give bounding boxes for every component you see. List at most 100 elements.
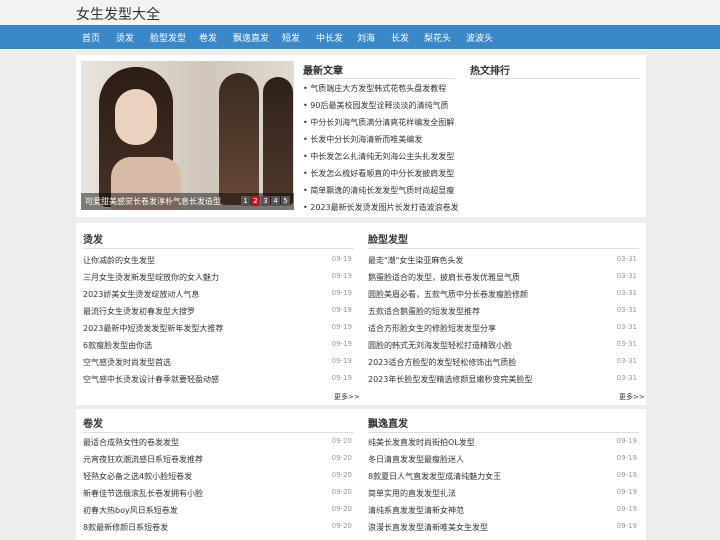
list-item[interactable]: 2023年长脸型发型精选修颜显嫩秒变完美脸型	[368, 374, 532, 385]
latest-item[interactable]: • 简单飘逸的清纯长发发型气质时尚超显瘦	[303, 185, 454, 196]
slider-caption[interactable]: 可爱甜美感觉长卷发淳朴气息长发造型	[85, 196, 221, 207]
nav-item-bangs[interactable]: 刘海	[357, 31, 375, 44]
latest-item[interactable]: • 气质端庄大方发型韩式花苞头盘发教程	[303, 83, 446, 94]
nav-item-medium[interactable]: 中长发	[316, 31, 343, 44]
face-divider	[368, 248, 639, 249]
latest-item[interactable]: • 长发怎么梳好看顺直的中分长发披肩发型	[303, 168, 454, 179]
list-item[interactable]: 浪漫长直发发型清新唯美女生发型	[368, 522, 488, 533]
featured-photo	[81, 61, 294, 210]
item-date: 03-31	[616, 289, 637, 297]
nav-item-short[interactable]: 短发	[282, 31, 300, 44]
straight-divider	[368, 432, 639, 433]
item-date: 03-31	[616, 306, 637, 314]
slider-pager: 12345	[240, 196, 290, 206]
curly-section-title[interactable]: 卷发	[83, 415, 103, 430]
face-more-link[interactable]: 更多>>	[619, 392, 645, 402]
list-item[interactable]: 新春佳节选俄滚乱长卷发拥有小脸	[83, 488, 203, 499]
featured-slider[interactable]: 可爱甜美感觉长卷发淳朴气息长发造型 12345	[81, 61, 294, 210]
slider-page-4[interactable]: 4	[271, 196, 280, 206]
hot-articles-title: 热文排行	[470, 66, 510, 77]
item-date: 03-31	[616, 255, 637, 263]
item-date: 09-20	[331, 437, 352, 445]
list-item[interactable]: 纯美长发直发时尚街拍OL发型	[368, 437, 475, 448]
list-item[interactable]: 让你减龄的女生发型	[83, 255, 155, 266]
item-date: 09-19	[331, 357, 352, 365]
perm-divider	[83, 248, 354, 249]
list-item[interactable]: 简单实用的直发发型扎法	[368, 488, 456, 499]
slider-page-3[interactable]: 3	[261, 196, 270, 206]
item-date: 03-31	[616, 323, 637, 331]
list-item[interactable]: 鹅蛋脸适合的发型，披肩长卷发优雅显气质	[368, 272, 520, 283]
curly-list: 最适合成熟女性的卷发发型 09-20 元宵夜狂欢潮流感日系短卷发推荐 09-20…	[83, 434, 355, 540]
nav-item-face-shape[interactable]: 脸型发型	[150, 31, 186, 44]
nav-item-straight[interactable]: 飘逸直发	[233, 31, 269, 44]
list-item[interactable]: 2023最新中短烫发发型新年发型大推荐	[83, 323, 223, 334]
latest-item[interactable]: • 长发中分长刘海清新而唯美编发	[303, 134, 422, 145]
item-date: 09-20	[331, 505, 352, 513]
site-title[interactable]: 女生发型大全	[76, 4, 160, 24]
latest-articles-list: • 气质端庄大方发型韩式花苞头盘发教程 • 90后最美校园发型诠释淡淡的清纯气质…	[301, 80, 458, 215]
latest-item[interactable]: • 2023最新长发烫发图片长发打造波浪卷发时尚	[303, 202, 458, 213]
list-item[interactable]: 圆脸的韩式无刘海发型轻松打造精致小脸	[368, 340, 512, 351]
latest-item[interactable]: • 90后最美校园发型诠释淡淡的清纯气质	[303, 100, 448, 111]
list-item[interactable]: 五款适合鹅蛋脸的短发发型推荐	[368, 306, 480, 317]
nav-item-long[interactable]: 长发	[391, 31, 409, 44]
perm-list: 让你减龄的女生发型 09-19 三月女生烫发新发型绽放你的女人魅力 09-19 …	[83, 252, 355, 392]
perm-section-title[interactable]: 烫发	[83, 231, 103, 246]
item-date: 09-19	[616, 522, 637, 530]
hot-divider	[470, 78, 640, 79]
list-item[interactable]: 三月女生烫发新发型绽放你的女人魅力	[83, 272, 219, 283]
item-date: 09-19	[616, 437, 637, 445]
slider-caption-bar: 可爱甜美感觉长卷发淳朴气息长发造型 12345	[81, 193, 294, 210]
list-item[interactable]: 空气感中长烫发设计春季就要轻盈动感	[83, 374, 219, 385]
list-item[interactable]: 圆脸美眉必看，五款气质中分长卷发瘦脸修颜	[368, 289, 528, 300]
item-date: 09-20	[331, 488, 352, 496]
slider-page-1[interactable]: 1	[241, 196, 250, 206]
list-item[interactable]: 最走"潮"女生染亚麻色头发	[368, 255, 463, 266]
list-item[interactable]: 元宵夜狂欢潮流感日系短卷发推荐	[83, 454, 203, 465]
latest-divider	[303, 78, 455, 79]
site-header: 女生发型大全	[0, 0, 720, 25]
latest-item[interactable]: • 中分长刘海气质满分清爽花样编发全图解	[303, 117, 454, 128]
list-item[interactable]: 8款最新修颜日系短卷发	[83, 522, 168, 533]
list-item[interactable]: 轻熟女必备之选4款小脸短卷发	[83, 471, 192, 482]
item-date: 09-19	[331, 289, 352, 297]
item-date: 09-20	[331, 454, 352, 462]
nav-item-home[interactable]: 首页	[82, 31, 100, 44]
item-date: 09-19	[331, 323, 352, 331]
item-date: 09-19	[616, 471, 637, 479]
item-date: 09-19	[331, 340, 352, 348]
list-item[interactable]: 最流行女生烫发初春发型大搜罗	[83, 306, 195, 317]
item-date: 09-20	[331, 471, 352, 479]
straight-list: 纯美长发直发时尚街拍OL发型 09-19 冬日清直发发型最瘦脸迷人 09-19 …	[368, 434, 640, 540]
list-item[interactable]: 最适合成熟女性的卷发发型	[83, 437, 179, 448]
slider-page-2[interactable]: 2	[251, 196, 260, 206]
slider-page-5[interactable]: 5	[281, 196, 290, 206]
list-item[interactable]: 适合方形脸女生的修脸短发发型分享	[368, 323, 496, 334]
face-list: 最走"潮"女生染亚麻色头发 03-31 鹅蛋脸适合的发型，披肩长卷发优雅显气质 …	[368, 252, 640, 392]
item-date: 09-19	[616, 454, 637, 462]
list-item[interactable]: 6款瘦脸发型由你选	[83, 340, 152, 351]
item-date: 09-19	[331, 374, 352, 382]
nav-item-bob[interactable]: 波波头	[466, 31, 493, 44]
list-item[interactable]: 冬日清直发发型最瘦脸迷人	[368, 454, 464, 465]
perm-more-link[interactable]: 更多>>	[334, 392, 360, 402]
curly-divider	[83, 432, 354, 433]
nav-item-perm[interactable]: 烫发	[116, 31, 134, 44]
nav-item-pear[interactable]: 梨花头	[424, 31, 451, 44]
face-section-title[interactable]: 脸型发型	[368, 231, 408, 246]
list-item[interactable]: 初春大热boy风日系短卷发	[83, 505, 178, 516]
latest-item[interactable]: • 中长发怎么扎清纯无刘海公主头扎发发型	[303, 151, 454, 162]
list-item[interactable]: 清纯系直发发型清新女神范	[368, 505, 464, 516]
list-item[interactable]: 空气感烫发时尚发型首选	[83, 357, 171, 368]
list-item[interactable]: 8款夏日人气直发发型成清纯魅力女王	[368, 471, 501, 482]
latest-articles-title: 最新文章	[303, 66, 343, 77]
item-date: 09-19	[616, 488, 637, 496]
item-date: 09-19	[331, 255, 352, 263]
straight-section-title[interactable]: 飘逸直发	[368, 415, 408, 430]
list-item[interactable]: 2023娇美女生烫发绽放动人气息	[83, 289, 199, 300]
list-item[interactable]: 2023适合方脸型的发型轻松修饰出气质脸	[368, 357, 516, 368]
item-date: 09-19	[331, 272, 352, 280]
item-date: 09-19	[616, 505, 637, 513]
nav-item-curly[interactable]: 卷发	[199, 31, 217, 44]
